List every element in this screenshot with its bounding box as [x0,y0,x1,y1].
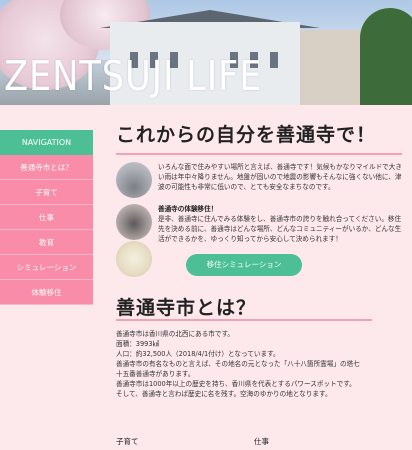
intro-section: これからの自分を善通寺で！ [116,120,406,155]
sidebar-navigation: NAVIGATION 善通寺市とは？ 子育て 仕事 教育 シミュレーション 体験… [0,130,93,305]
experience-title: 善通寺の体験移住！ [158,205,218,213]
navigation-heading: NAVIGATION [0,130,93,155]
nav-item-childcare[interactable]: 子育て [0,180,93,205]
window [270,52,278,68]
illustration-icon [116,241,152,277]
about-line: 善通寺市は香川県の北西にある市です。 [116,330,235,338]
heading-underline [116,319,372,321]
about-line: 善通寺市は1000年以上の歴史を持ち、香川県を代表とするパワースポットです。 [116,380,356,388]
nav-item-trial-move[interactable]: 体験移住 [0,280,93,305]
intro-heading: これからの自分を善通寺で！ [116,124,377,146]
landscape-photo-icon [116,162,152,198]
temple-photo-icon [116,204,152,240]
migration-simulation-button[interactable]: 移住シミュレーション [186,254,302,276]
about-line: そして、善通寺と言わば歴史に名を残す。空海のゆかりの地となります。 [116,390,332,398]
about-line: 善通寺市の有名なものと言えば、その地名の元となった「八十八箇所霊場」の塔七 [116,360,360,368]
nav-item-education[interactable]: 教育 [0,230,93,255]
about-line: 人口：約32,500人（2018/4/1付け）となっています。 [116,350,280,358]
nav-item-simulation[interactable]: シミュレーション [0,255,93,280]
experience-text-block: 善通寺の体験移住！ 是非、善通寺に住んでみる体験をし、善通寺市の誇りを触れ合って… [158,204,406,244]
work-section-heading: 仕事 [254,437,269,446]
intro-paragraph: いろんな面で住みやすい場所と言えば、善通寺です！気候もかなりマイルドで大きい雨は… [158,163,402,191]
nav-item-about[interactable]: 善通寺市とは？ [0,155,93,180]
about-line: 十五番善通寺があります。 [116,370,195,378]
header-hero-image: ZENTSUJI LIFE [0,0,412,105]
heading-underline [116,153,402,155]
about-heading: 善通寺市とは？ [116,297,257,319]
site-title[interactable]: ZENTSUJI LIFE [4,52,262,100]
nav-item-work[interactable]: 仕事 [0,205,93,230]
green-tree [360,8,412,105]
childcare-section-heading: 子育て [116,437,139,446]
about-text: 善通寺市は香川県の北西にある市です。 面積：3993㎢ 人口：約32,500人（… [116,329,406,399]
experience-text: 是非、善通寺に住んでみる体験をし、善通寺市の誇りを触れ合ってください。移住先を決… [158,215,402,243]
about-line: 面積：3993㎢ [116,340,160,348]
